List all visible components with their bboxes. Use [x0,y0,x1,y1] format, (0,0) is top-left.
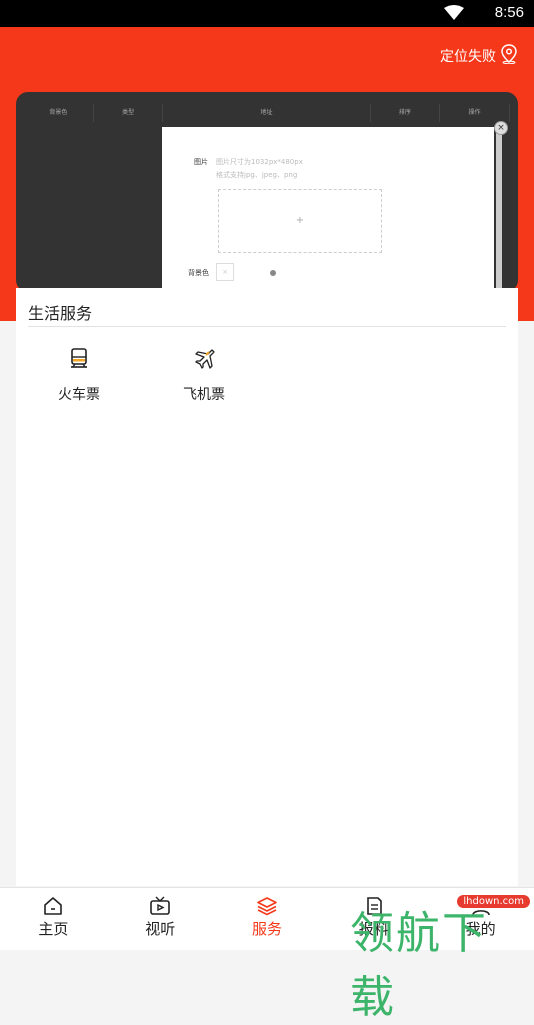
banner-scrollbar [496,127,502,292]
bottom-tab-bar: 主页 视听 服务 报料 我的 [0,887,534,950]
banner-col-sort: 排序 [371,104,441,122]
banner-col-address: 地址 [163,104,371,122]
section-title: 生活服务 [28,304,93,323]
tab-media[interactable]: 视听 [107,888,214,950]
tv-icon [107,896,214,916]
banner-image-hint2: 格式支持jpg、jpeg、png [216,171,298,179]
status-bar: 8:56 [0,0,534,27]
banner-image-hint1: 图片尺寸为1032px*480px [216,158,303,166]
tab-home-label: 主页 [38,920,69,938]
wifi-icon [444,5,464,25]
status-time: 8:56 [494,4,524,21]
location-button[interactable]: 定位失败 [440,44,518,68]
banner-dot [270,270,276,276]
user-icon [427,896,534,916]
tab-profile[interactable]: 我的 [427,888,534,950]
service-label-airplane: 飞机票 [183,387,225,403]
report-icon [320,896,427,916]
tab-home[interactable]: 主页 [0,888,107,950]
banner-dialog-panel: 图片 图片尺寸为1032px*480px 格式支持jpg、jpeg、png + … [162,127,494,292]
location-text: 定位失败 [440,49,496,65]
service-item-airplane[interactable]: 飞机票 [159,346,249,404]
tab-service[interactable]: 服务 [214,888,321,950]
service-label-train: 火车票 [58,387,100,403]
banner-image[interactable]: 背景色 类型 地址 排序 操作 图片 图片尺寸为1032px*480px 格式支… [16,92,518,292]
banner-image-label: 图片 [194,158,208,166]
banner-close-icon: × [494,121,508,135]
service-item-train[interactable]: 火车票 [34,346,124,404]
airplane-icon [192,349,216,374]
banner-bgcolor-label: 背景色 [188,269,209,277]
services-card: 生活服务 火车票 飞机票 [16,288,518,886]
banner-col-action: 操作 [440,104,511,122]
banner-upload-box: + [218,189,382,253]
tab-service-label: 服务 [251,920,282,938]
tab-report[interactable]: 报料 [320,888,427,950]
banner-table-header: 背景色 类型 地址 排序 操作 [24,104,511,122]
section-divider [28,326,506,327]
layers-icon [214,896,321,916]
banner-color-swatch: × [216,263,234,281]
tab-profile-label: 我的 [465,920,496,938]
tab-media-label: 视听 [145,920,176,938]
banner-col-bgcolor: 背景色 [24,104,94,122]
banner-col-type: 类型 [94,104,164,122]
home-icon [0,896,107,916]
train-icon [67,348,91,374]
location-pin-icon [500,44,518,68]
tab-report-label: 报料 [358,920,389,938]
